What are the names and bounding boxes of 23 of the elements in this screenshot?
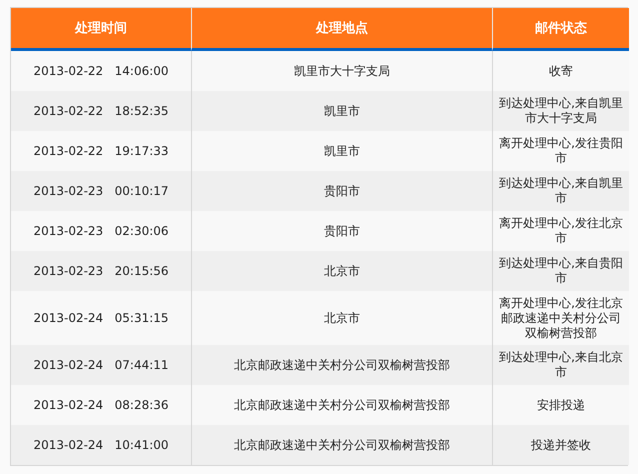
status-cell: 到达处理中心,来自凯里市大十字支局 bbox=[492, 91, 629, 131]
status-cell: 投递并签收 bbox=[492, 425, 629, 465]
column-header: 邮件状态 bbox=[492, 8, 629, 51]
time-cell: 2013-02-24 07:44:11 bbox=[11, 345, 191, 385]
place-cell: 北京邮政速递中关村分公司双榆树营投部 bbox=[191, 425, 492, 465]
column-header: 处理时间 bbox=[11, 8, 191, 51]
status-cell: 离开处理中心,发往北京邮政速递中关村分公司双榆树营投部 bbox=[492, 291, 629, 345]
place-cell: 贵阳市 bbox=[191, 171, 492, 211]
place-cell: 凯里市 bbox=[191, 91, 492, 131]
time-cell: 2013-02-23 00:10:17 bbox=[11, 171, 191, 211]
status-cell: 收寄 bbox=[492, 51, 629, 91]
place-cell: 北京邮政速递中关村分公司双榆树营投部 bbox=[191, 345, 492, 385]
status-cell: 到达处理中心,来自凯里市 bbox=[492, 171, 629, 211]
status-cell: 离开处理中心,发往贵阳市 bbox=[492, 131, 629, 171]
status-cell: 离开处理中心,发往北京市 bbox=[492, 211, 629, 251]
status-cell: 安排投递 bbox=[492, 385, 629, 425]
time-cell: 2013-02-23 20:15:56 bbox=[11, 251, 191, 291]
time-cell: 2013-02-24 10:41:00 bbox=[11, 425, 191, 465]
status-cell: 到达处理中心,来自贵阳市 bbox=[492, 251, 629, 291]
status-cell: 到达处理中心,来自北京市 bbox=[492, 345, 629, 385]
time-cell: 2013-02-22 18:52:35 bbox=[11, 91, 191, 131]
place-cell: 北京市 bbox=[191, 251, 492, 291]
column-header: 处理地点 bbox=[191, 8, 492, 51]
